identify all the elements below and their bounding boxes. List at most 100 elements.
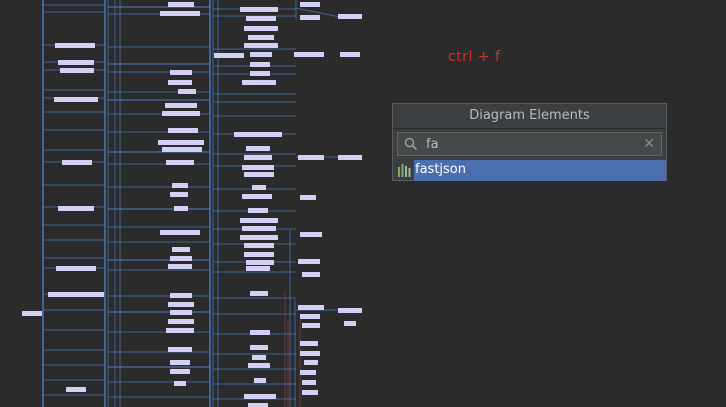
diagram-node[interactable] (250, 71, 270, 76)
module-icon (398, 164, 411, 177)
diagram-node[interactable] (170, 70, 192, 75)
diagram-node[interactable] (170, 369, 190, 374)
diagram-node[interactable] (170, 256, 192, 261)
diagram-node[interactable] (304, 360, 318, 365)
diagram-node[interactable] (162, 111, 200, 116)
diagram-node[interactable] (62, 160, 92, 165)
diagram-node[interactable] (162, 147, 202, 152)
diagram-node[interactable] (248, 403, 268, 407)
diagram-node[interactable] (242, 80, 276, 85)
diagram-node[interactable] (302, 390, 318, 395)
search-field[interactable]: ✕ (397, 132, 662, 156)
diagram-node[interactable] (250, 345, 268, 350)
diagram-node[interactable] (242, 194, 272, 199)
diagram-node[interactable] (338, 308, 362, 313)
diagram-node[interactable] (166, 160, 194, 165)
diagram-node[interactable] (298, 305, 324, 310)
diagram-node[interactable] (55, 43, 95, 48)
diagram-node[interactable] (240, 235, 278, 240)
diagram-node[interactable] (248, 208, 268, 213)
diagram-node[interactable] (254, 378, 266, 383)
diagram-node[interactable] (170, 360, 190, 365)
diagram-node[interactable] (168, 128, 198, 133)
diagram-node[interactable] (160, 230, 200, 235)
diagram-node[interactable] (240, 7, 278, 12)
diagram-node[interactable] (340, 52, 360, 57)
search-input[interactable] (426, 135, 636, 153)
diagram-node[interactable] (168, 2, 194, 7)
diagram-node[interactable] (244, 26, 278, 31)
diagram-node[interactable] (168, 347, 192, 352)
diagram-node[interactable] (344, 321, 356, 326)
diagram-node[interactable] (170, 293, 192, 298)
diagram-node[interactable] (170, 192, 188, 197)
diagram-node[interactable] (66, 387, 86, 392)
diagram-node[interactable] (168, 319, 194, 324)
diagram-node[interactable] (300, 232, 322, 237)
close-icon[interactable]: ✕ (643, 134, 655, 154)
diagram-node[interactable] (338, 155, 362, 160)
diagram-node[interactable] (168, 80, 192, 85)
diagram-node[interactable] (298, 259, 320, 264)
diagram-node[interactable] (214, 53, 244, 58)
diagram-node[interactable] (170, 310, 192, 315)
diagram-node[interactable] (302, 272, 320, 277)
diagram-node[interactable] (48, 292, 104, 297)
diagram-node[interactable] (246, 16, 276, 21)
diagram-node[interactable] (300, 351, 320, 356)
diagram-node[interactable] (302, 323, 320, 328)
diagram-elements-popup: Diagram Elements ✕ fastjson (392, 103, 667, 181)
diagram-node[interactable] (168, 264, 192, 269)
diagram-node[interactable] (242, 165, 274, 170)
diagram-node[interactable] (300, 341, 318, 346)
diagram-node[interactable] (58, 206, 94, 211)
diagram-node[interactable] (248, 363, 270, 368)
diagram-node[interactable] (58, 60, 94, 65)
diagram-node[interactable] (244, 243, 274, 248)
diagram-node[interactable] (300, 370, 316, 375)
shortcut-hint: ctrl + f (448, 49, 501, 65)
diagram-node[interactable] (294, 52, 324, 57)
diagram-node[interactable] (302, 380, 316, 385)
diagram-node[interactable] (246, 146, 270, 151)
diagram-node[interactable] (242, 226, 276, 231)
diagram-node[interactable] (252, 185, 266, 190)
diagram-node[interactable] (298, 155, 324, 160)
diagram-node[interactable] (244, 172, 274, 177)
diagram-node[interactable] (246, 266, 270, 271)
diagram-node[interactable] (178, 89, 196, 94)
diagram-node[interactable] (246, 260, 274, 265)
diagram-node[interactable] (248, 35, 274, 40)
diagram-node[interactable] (172, 183, 188, 188)
diagram-node[interactable] (158, 140, 204, 145)
diagram-node[interactable] (172, 247, 190, 252)
diagram-node[interactable] (54, 97, 98, 102)
diagram-node[interactable] (60, 68, 94, 73)
diagram-node[interactable] (300, 2, 320, 7)
diagram-node[interactable] (166, 328, 194, 333)
diagram-node[interactable] (160, 11, 200, 16)
diagram-node[interactable] (244, 155, 272, 160)
dependency-diagram-canvas[interactable] (0, 0, 726, 407)
diagram-node[interactable] (56, 266, 96, 271)
diagram-node[interactable] (174, 381, 186, 386)
diagram-node[interactable] (240, 218, 278, 223)
diagram-node[interactable] (338, 14, 362, 19)
diagram-node[interactable] (300, 15, 320, 20)
diagram-node[interactable] (168, 302, 194, 307)
diagram-node[interactable] (22, 311, 42, 316)
diagram-node[interactable] (300, 195, 316, 200)
list-item[interactable]: fastjson (394, 160, 666, 181)
diagram-node[interactable] (165, 103, 197, 108)
diagram-node[interactable] (234, 132, 282, 137)
diagram-node[interactable] (244, 394, 276, 399)
diagram-node[interactable] (250, 52, 272, 57)
diagram-node[interactable] (250, 330, 270, 335)
diagram-node[interactable] (250, 62, 270, 67)
diagram-node[interactable] (244, 43, 278, 48)
diagram-node[interactable] (174, 206, 188, 211)
diagram-node[interactable] (250, 291, 268, 296)
diagram-node[interactable] (300, 314, 320, 319)
diagram-node[interactable] (252, 355, 266, 360)
diagram-node[interactable] (244, 252, 274, 257)
